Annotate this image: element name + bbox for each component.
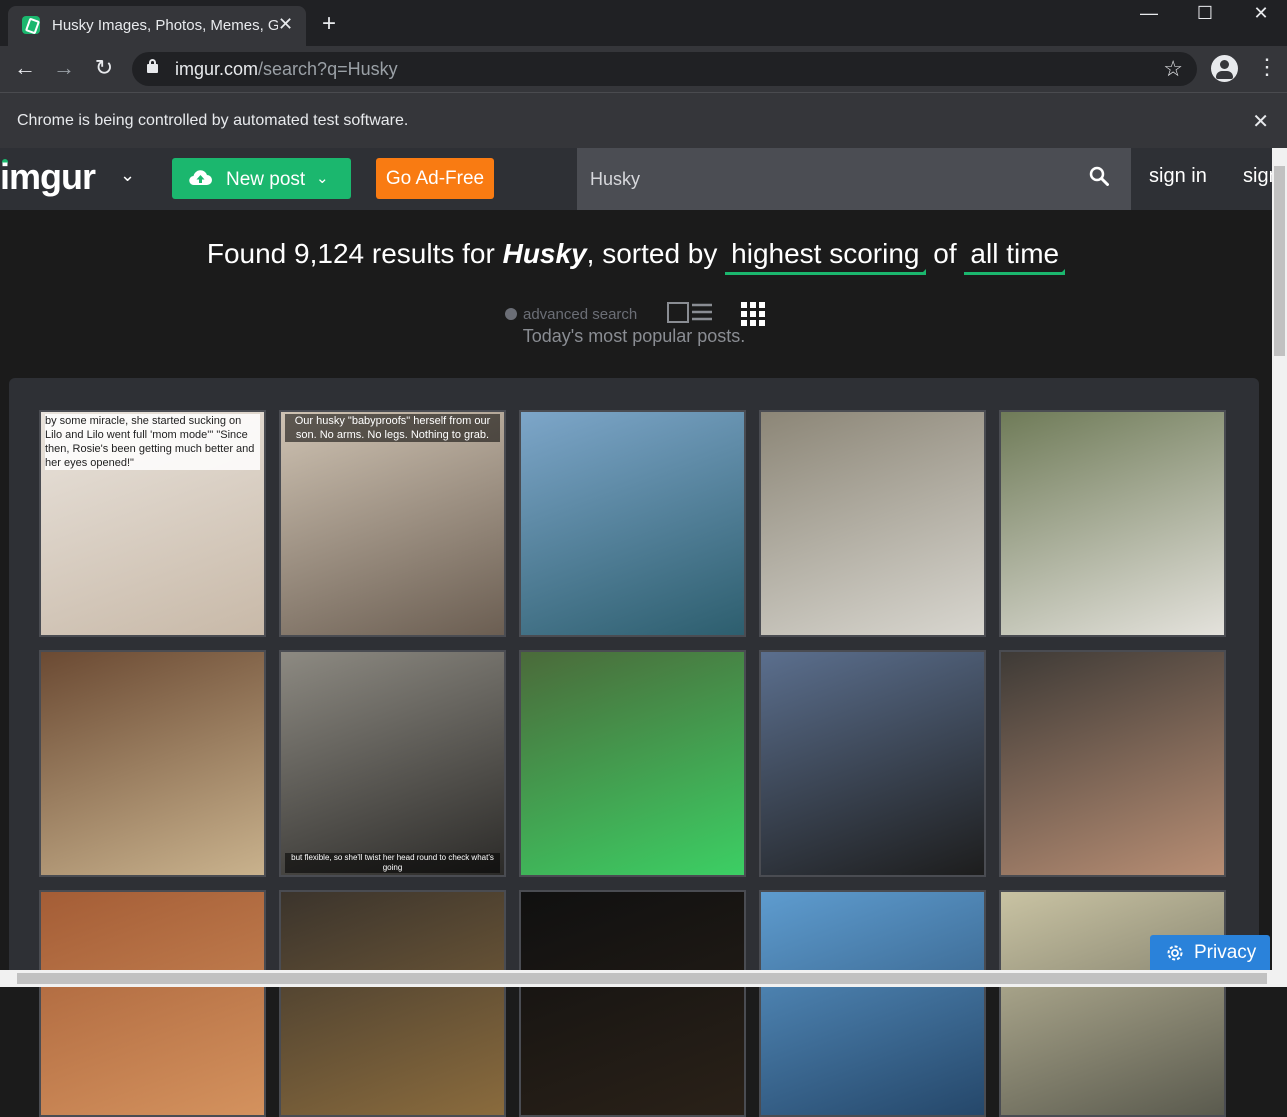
gallery-thumbnail[interactable] (759, 410, 986, 637)
advanced-search-label: advanced search (523, 306, 638, 323)
gallery-thumbnail[interactable] (279, 890, 506, 1117)
imgur-favicon-icon (22, 16, 40, 34)
gallery-thumbnail[interactable]: Our husky "babyproofs" herself from our … (279, 410, 506, 637)
sort-dropdown[interactable]: highest scoring (725, 238, 926, 275)
results-subtitle: Today's most popular posts. (522, 326, 746, 346)
forward-button[interactable]: → (49, 55, 79, 81)
thumbnail-caption: Our husky "babyproofs" herself from our … (285, 414, 500, 442)
time-range-dropdown[interactable]: all time (964, 238, 1066, 275)
new-post-label: New post (226, 169, 306, 190)
browser-tabbar: Husky Images, Photos, Memes, G ✕ + — ☐ ✕ (0, 0, 1287, 46)
gallery-thumbnail[interactable] (39, 650, 266, 877)
bookmark-star-icon[interactable]: ☆ (1163, 56, 1183, 82)
browser-tab[interactable]: Husky Images, Photos, Memes, G ✕ (8, 6, 306, 46)
chrome-menu-icon[interactable]: ⋮ (1256, 54, 1278, 80)
gallery-thumbnail[interactable] (519, 890, 746, 1117)
horizontal-scrollbar[interactable] (0, 970, 1287, 987)
advanced-search-toggle[interactable]: advanced search (505, 306, 637, 323)
vertical-scrollbar-thumb[interactable] (1274, 166, 1285, 356)
imgur-logo[interactable]: imgur (0, 156, 96, 198)
of-text: of (933, 238, 957, 269)
gallery-thumbnail[interactable] (39, 890, 266, 1117)
search-input[interactable] (577, 148, 1077, 210)
thumbnail-caption: by some miracle, she started sucking on … (45, 414, 260, 470)
gallery-thumbnail[interactable] (519, 650, 746, 877)
search-box (577, 148, 1131, 210)
list-view-icon[interactable] (667, 302, 713, 324)
window-close-button[interactable]: ✕ (1233, 0, 1287, 26)
maximize-button[interactable]: ☐ (1177, 0, 1233, 26)
gallery-thumbnail[interactable] (519, 410, 746, 637)
infobar-close-button[interactable]: ✕ (1252, 109, 1269, 134)
chevron-down-icon: ⌄ (316, 170, 329, 187)
sign-up-link[interactable]: sign up (1243, 165, 1272, 188)
tab-close-button[interactable]: ✕ (278, 14, 293, 35)
gallery-thumbnail[interactable]: by some miracle, she started sucking on … (39, 410, 266, 637)
gallery-thumbnail[interactable] (999, 890, 1226, 1117)
new-post-button[interactable]: New post ⌄ (172, 158, 351, 199)
gallery-thumbnail[interactable] (999, 650, 1226, 877)
new-tab-button[interactable]: + (322, 10, 336, 38)
profile-avatar-icon[interactable] (1211, 55, 1238, 82)
cloud-upload-icon (189, 170, 212, 186)
sorted-by-text: , sorted by (586, 238, 718, 269)
gallery-thumbnail[interactable] (759, 890, 986, 1117)
horizontal-scrollbar-thumb[interactable] (17, 973, 1267, 984)
url-path: /search?q=Husky (258, 59, 398, 79)
gallery-thumbnail[interactable] (999, 410, 1226, 637)
results-count-text: Found 9,124 results for (206, 238, 495, 269)
url-text[interactable]: imgur.com/search?q=Husky (175, 59, 398, 80)
imgur-header: imgur ⌄ New post ⌄ Go Ad-Free sign in si… (0, 148, 1272, 210)
go-ad-free-button[interactable]: Go Ad-Free (376, 158, 494, 199)
gallery-thumbnail[interactable]: but flexible, so she'll twist her head r… (279, 650, 506, 877)
infobar-message: Chrome is being controlled by automated … (17, 112, 409, 129)
search-icon[interactable] (1089, 166, 1109, 186)
results-query: Husky (502, 238, 587, 269)
results-gallery: by some miracle, she started sucking on … (9, 378, 1259, 1117)
thumbnail-caption: but flexible, so she'll twist her head r… (285, 853, 500, 873)
lock-icon (147, 59, 158, 73)
privacy-button[interactable]: Privacy (1150, 935, 1270, 970)
automation-infobar: Chrome is being controlled by automated … (0, 92, 1287, 148)
browser-toolbar: ← → ↻ imgur.com/search?q=Husky ☆ ⋮ (0, 46, 1287, 92)
reload-button[interactable]: ↻ (89, 55, 119, 81)
results-heading: Found 9,124 results for Husky, sorted by… (0, 238, 1272, 275)
tab-title: Husky Images, Photos, Memes, G (52, 17, 278, 34)
address-bar[interactable]: imgur.com/search?q=Husky ☆ (132, 52, 1197, 86)
privacy-label: Privacy (1194, 942, 1257, 963)
vertical-scrollbar[interactable] (1272, 148, 1287, 970)
search-results-page: Found 9,124 results for Husky, sorted by… (0, 210, 1272, 1117)
gallery-thumbnail[interactable] (759, 650, 986, 877)
sign-in-link[interactable]: sign in (1149, 165, 1207, 188)
grid-view-icon[interactable] (741, 302, 765, 326)
url-host: imgur.com (175, 59, 259, 79)
minimize-button[interactable]: — (1121, 0, 1177, 26)
logo-chevron-down-icon[interactable]: ⌄ (120, 165, 135, 186)
back-button[interactable]: ← (10, 55, 40, 81)
toggle-dot-icon (505, 308, 517, 320)
gear-icon (1167, 945, 1183, 961)
